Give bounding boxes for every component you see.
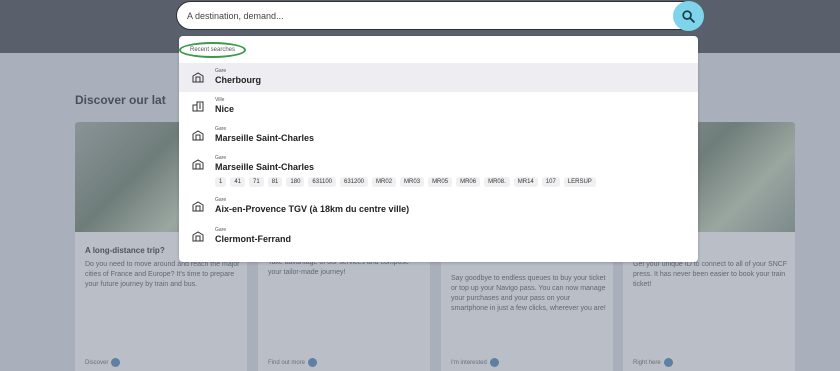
recent-searches-label: Recent searches <box>179 42 247 58</box>
suggestion-item[interactable]: Gare Marseille Saint-Charles <box>179 150 698 179</box>
train-station-icon <box>192 72 204 83</box>
line-chip: MR06 <box>456 177 481 187</box>
search-icon <box>682 9 695 23</box>
suggestion-item[interactable]: Ville Nice <box>179 92 698 121</box>
card-text: Get your unique ID to connect to all of … <box>633 261 788 288</box>
arrow-icon <box>663 358 673 367</box>
train-station-icon <box>192 130 204 141</box>
suggestion-item[interactable]: Gare Clermont-Ferrand <box>179 222 698 251</box>
line-chip: 41 <box>230 177 246 187</box>
card-link: Discover <box>85 358 121 367</box>
search-bar <box>176 1 703 30</box>
line-chip: 180 <box>286 177 305 187</box>
line-chip: MR14 <box>513 177 538 187</box>
line-chip: MR02 <box>372 177 397 187</box>
suggestion-item[interactable]: Gare Marseille Saint-Charles <box>179 121 698 150</box>
card-title: A long-distance trip? <box>85 246 165 255</box>
card-link: Find out more <box>268 358 318 367</box>
card-link: Right here <box>633 358 673 367</box>
suggestion-name: Marseille Saint-Charles <box>215 162 315 172</box>
arrow-icon <box>308 358 318 367</box>
line-chip: 71 <box>249 177 264 187</box>
search-input[interactable] <box>187 8 667 24</box>
suggestion-type: Gare <box>215 197 227 203</box>
line-chip: 107 <box>541 177 560 187</box>
line-chip: 631100 <box>308 177 336 187</box>
suggestion-type: Gare <box>215 68 227 74</box>
line-chip: MR03 <box>400 177 425 187</box>
line-chips: 1 41 71 81 180 631100 631200 MR02 MR03 MR05 MR06 MR… <box>215 177 596 187</box>
suggestion-item[interactable]: Gare Cherbourg <box>179 63 698 92</box>
suggestion-name: Clermont-Ferrand <box>215 234 292 244</box>
line-chip: MR08. <box>484 177 510 187</box>
suggestion-item[interactable]: Gare Aix-en-Provence TGV (à 18km du cent… <box>179 192 698 221</box>
train-station-icon <box>192 231 204 242</box>
line-chip: 631200 <box>340 177 369 187</box>
discover-title: Discover our lat <box>75 93 166 107</box>
search-button[interactable] <box>673 1 704 31</box>
suggestion-name: Aix-en-Provence TGV (à 18km du centre vi… <box>215 204 410 214</box>
train-station-icon <box>192 159 204 170</box>
train-station-icon <box>192 201 204 212</box>
card-link: I'm interested <box>451 358 499 367</box>
line-chip: 1 <box>215 177 227 187</box>
city-icon <box>192 101 204 112</box>
line-chip: 81 <box>267 177 283 187</box>
card-text: Say goodbye to endless queues to buy you… <box>451 275 606 312</box>
suggestion-name: Nice <box>215 104 235 114</box>
line-chip: MR05 <box>428 177 453 187</box>
suggestion-type: Gare <box>215 227 227 233</box>
suggestion-type: Gare <box>215 126 227 132</box>
suggestion-type: Gare <box>215 155 227 161</box>
arrow-icon <box>111 358 121 367</box>
line-chip: LERSUP <box>563 177 596 187</box>
arrow-icon <box>489 358 499 367</box>
suggestion-type: Ville <box>215 97 225 103</box>
suggestion-name: Marseille Saint-Charles <box>215 133 315 143</box>
search-suggestions-dropdown: Recent searches Gare Cherbourg Ville Nic… <box>179 36 698 262</box>
card-text: Do you need to move around and reach the… <box>85 261 240 288</box>
suggestion-name: Cherbourg <box>215 75 261 85</box>
